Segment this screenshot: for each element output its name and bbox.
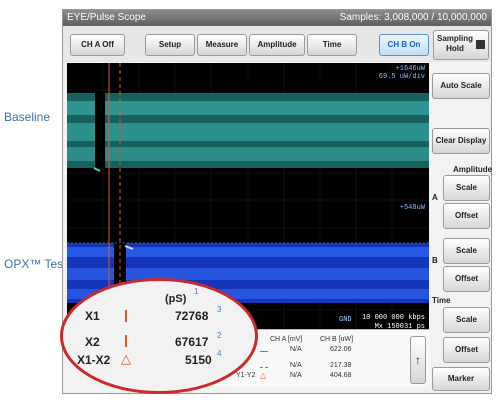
auto-scale-button[interactable]: Auto Scale [432,73,490,99]
sampling-hold-label: Sampling Hold [436,34,473,53]
row2-cha: N/A [290,362,302,369]
chb-header: CH B [uW] [320,336,354,343]
row2-dashed-line-icon [260,367,268,368]
row1-cha: N/A [290,346,302,353]
magnifier-lens: (pS) 1 X1 72768 3 X2 67617 2 X1-X2 △ 515… [60,278,258,394]
channel-a-marker: A [432,193,438,202]
lens-delta-label: X1-X2 [77,353,111,367]
clear-display-button[interactable]: Clear Display [432,128,490,154]
baseline-fall-edge [93,167,101,172]
lens-x2-index: 2 [217,331,222,340]
title-bar: EYE/Pulse Scope Samples: 3,008,000 / 10,… [63,10,491,26]
baseline-bright-band-1 [67,101,429,115]
mid-annotation: +548uW [399,204,425,212]
amplitude-a-scale-button[interactable]: Scale [443,175,490,201]
amplitude-b-scale-button[interactable]: Scale [443,238,490,264]
amplitude-a-offset-button[interactable]: Offset [443,203,490,229]
lens-x1-index: 3 [217,305,222,314]
opx-test-label: OPX™ Test [4,257,67,271]
lens-unit: (pS) [165,293,187,305]
time-scale-button[interactable]: Scale [443,307,490,333]
lens-delta-value: 5150 [185,353,212,367]
lens-x1-value: 72768 [175,309,209,323]
lens-x2-label: X2 [85,335,100,349]
marker-button[interactable]: Marker [432,367,490,391]
ch-b-button[interactable]: CH B On [379,34,429,56]
lens-x2-value: 67617 [175,335,209,349]
row2-chb: 217.38 [330,362,352,369]
top-annotation-1: +1646uW [395,65,425,73]
hold-indicator-icon [476,40,485,49]
amplitude-b-offset-button[interactable]: Offset [443,266,490,292]
row3-chb: 404.68 [330,372,352,379]
baseline-bright-band-3 [67,147,429,161]
setup-button[interactable]: Setup [145,34,195,56]
sampling-hold-button[interactable]: Sampling Hold [433,30,489,60]
lens-delta-index: 4 [217,349,222,358]
row1-chb: 622.06 [330,346,352,353]
baseline-bright-band-2 [67,123,429,141]
baseline-gap [95,93,105,168]
delta-icon: △ [121,351,131,366]
bitrate-readout: 10 000 000 kbps [361,314,425,322]
amplitude-header: Amplitude [453,165,493,174]
scroll-up-button[interactable]: ↑ [410,336,426,384]
x2-dashed-cursor-icon [125,335,127,347]
x1-solid-cursor-icon [125,310,127,322]
gnd-marker: GND [339,316,352,324]
time-offset-button[interactable]: Offset [443,337,490,363]
time-button[interactable]: Time [307,34,357,56]
cha-header: CH A [mV] [270,336,303,343]
baseline-label: Baseline [4,110,51,124]
window-title: EYE/Pulse Scope [67,12,146,23]
row3-cha: N/A [290,372,302,379]
lens-x1-label: X1 [85,309,100,323]
amplitude-button[interactable]: Amplitude [249,34,305,56]
row3-delta-icon: △ [260,371,267,380]
samples-counter: Samples: 3,008,000 / 10,000,000 [339,12,487,23]
measure-button[interactable]: Measure [197,34,247,56]
time-header: Time [432,296,451,305]
channel-b-marker: B [432,256,438,265]
row3-label: Y1-Y2 [236,372,256,379]
ch-a-button[interactable]: CH A Off [70,34,125,56]
lens-unit-index: 1 [194,287,199,296]
top-annotation-2: 69.5 uW/div [378,73,425,81]
toolbar: CH A Off Setup Measure Amplitude Time CH… [63,26,491,62]
right-panel: Auto Scale Clear Display Amplitude A Sca… [429,63,493,393]
row1-line-icon [260,351,268,352]
